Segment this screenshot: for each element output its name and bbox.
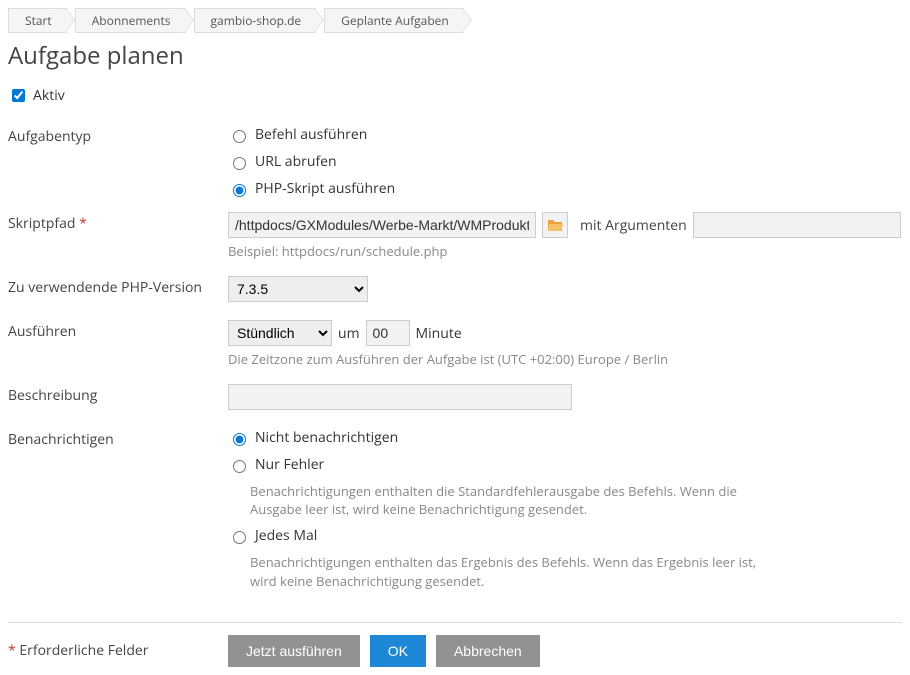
- breadcrumb-abonnements[interactable]: Abonnements: [75, 8, 186, 33]
- phpversion-label: Zu verwendende PHP-Version: [8, 276, 228, 297]
- scriptpath-input[interactable]: [228, 212, 536, 238]
- active-label[interactable]: Aktiv: [33, 86, 65, 105]
- tasktype-url-label[interactable]: URL abrufen: [255, 152, 337, 171]
- ok-button[interactable]: OK: [370, 635, 426, 667]
- description-label: Beschreibung: [8, 384, 228, 405]
- run-now-button[interactable]: Jetzt ausführen: [228, 635, 360, 667]
- minute-label: Minute: [416, 324, 462, 343]
- page-title: Aufgabe planen: [8, 39, 902, 72]
- notify-always-radio[interactable]: [233, 531, 246, 544]
- separator: [8, 622, 902, 623]
- notify-always-hint: Benachrichtigungen enthalten das Ergebni…: [250, 553, 770, 589]
- breadcrumb-start[interactable]: Start: [8, 8, 67, 33]
- interval-select[interactable]: Stündlich: [228, 320, 332, 346]
- scriptpath-hint: Beispiel: httpdocs/run/schedule.php: [228, 242, 902, 260]
- breadcrumb-domain[interactable]: gambio-shop.de: [194, 8, 317, 33]
- folder-icon: [547, 218, 563, 232]
- browse-button[interactable]: [542, 212, 568, 238]
- tasktype-url-radio[interactable]: [233, 157, 246, 170]
- notify-errors-radio[interactable]: [233, 460, 246, 473]
- notify-errors-hint: Benachrichtigungen enthalten die Standar…: [250, 482, 770, 518]
- cancel-button[interactable]: Abbrechen: [436, 635, 540, 667]
- breadcrumb: Start Abonnements gambio-shop.de Geplant…: [8, 8, 902, 33]
- args-label: mit Argumenten: [580, 216, 687, 235]
- breadcrumb-scheduled-tasks[interactable]: Geplante Aufgaben: [324, 8, 464, 33]
- scriptpath-label: Skriptpfad *: [8, 212, 228, 233]
- required-fields-note: * Erforderliche Felder: [8, 641, 228, 660]
- execute-label: Ausführen: [8, 320, 228, 341]
- description-input[interactable]: [228, 384, 572, 410]
- active-checkbox[interactable]: [12, 89, 25, 102]
- args-input[interactable]: [693, 212, 901, 238]
- notify-label: Benachrichtigen: [8, 428, 228, 449]
- tasktype-php-radio[interactable]: [233, 184, 246, 197]
- notify-errors-label[interactable]: Nur Fehler: [255, 455, 324, 474]
- notify-always-label[interactable]: Jedes Mal: [255, 526, 317, 545]
- notify-none-label[interactable]: Nicht benachrichtigen: [255, 428, 398, 447]
- tasktype-label: Aufgabentyp: [8, 125, 228, 146]
- minute-input[interactable]: [366, 320, 410, 346]
- notify-none-radio[interactable]: [233, 433, 246, 446]
- tasktype-php-label[interactable]: PHP-Skript ausführen: [255, 179, 395, 198]
- tasktype-cmd-label[interactable]: Befehl ausführen: [255, 125, 367, 144]
- tasktype-cmd-radio[interactable]: [233, 130, 246, 143]
- phpversion-select[interactable]: 7.3.5: [228, 276, 368, 302]
- at-label: um: [338, 324, 360, 343]
- timezone-hint: Die Zeitzone zum Ausführen der Aufgabe i…: [228, 350, 902, 368]
